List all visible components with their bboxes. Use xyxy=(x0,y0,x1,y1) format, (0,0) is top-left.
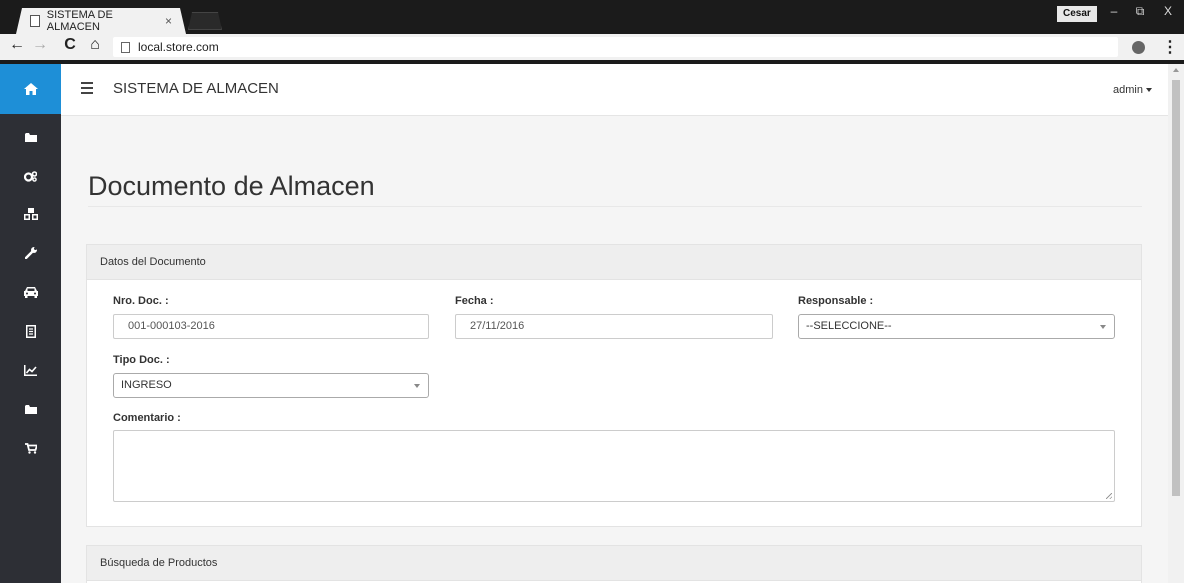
resize-handle-icon[interactable] xyxy=(1106,493,1112,499)
nro-doc-label: Nro. Doc. : xyxy=(113,295,169,307)
top-navbar: SISTEMA DE ALMACEN admin xyxy=(61,64,1168,116)
sidebar-item-reports[interactable] xyxy=(0,351,61,389)
hamburger-menu-icon[interactable] xyxy=(81,82,93,94)
responsable-select[interactable]: --SELECCIONE-- xyxy=(798,314,1115,339)
sidebar-item-documents[interactable] xyxy=(0,312,61,350)
folder-icon xyxy=(24,404,37,414)
tipo-doc-label: Tipo Doc. : xyxy=(113,354,170,366)
title-divider xyxy=(88,206,1142,207)
window-user-badge[interactable]: Cesar xyxy=(1057,6,1097,22)
main-content: Documento de Almacen Datos del Documento… xyxy=(61,116,1168,583)
cubes-icon xyxy=(23,208,38,220)
list-doc-icon xyxy=(25,324,36,338)
reload-icon[interactable]: C xyxy=(61,36,79,54)
wrench-icon xyxy=(24,247,37,259)
nro-doc-field[interactable]: 001-000103-2016 xyxy=(113,314,429,339)
page-icon xyxy=(30,15,40,27)
browser-address-bar: ← → C ⌂ local.store.com ⋮ xyxy=(0,34,1184,60)
cart-icon xyxy=(24,442,37,454)
app-root: SISTEMA DE ALMACEN admin Documento de Al… xyxy=(0,64,1184,583)
user-menu-label: admin xyxy=(1113,84,1143,96)
tipo-doc-select[interactable]: INGRESO xyxy=(113,373,429,398)
back-icon[interactable]: ← xyxy=(8,36,26,54)
sidebar-item-car[interactable] xyxy=(0,273,61,311)
sidebar xyxy=(0,64,61,583)
tab-title: SISTEMA DE ALMACEN xyxy=(46,9,113,33)
gears-icon xyxy=(24,170,37,182)
caret-down-icon xyxy=(1146,88,1152,93)
forward-icon[interactable]: → xyxy=(31,36,49,54)
product-search-panel: Búsqueda de Productos xyxy=(86,545,1142,583)
sidebar-item-home[interactable] xyxy=(0,64,61,114)
new-tab-button[interactable] xyxy=(188,12,222,30)
sidebar-item-wrench[interactable] xyxy=(0,234,61,272)
browser-tab[interactable]: SISTEMA DE ALMACEN × xyxy=(16,8,186,34)
dropdown-arrow-icon xyxy=(414,384,420,388)
document-panel-heading: Datos del Documento xyxy=(87,245,1141,280)
sidebar-item-gears[interactable] xyxy=(0,157,61,195)
fecha-label: Fecha : xyxy=(455,295,494,307)
fecha-field[interactable]: 27/11/2016 xyxy=(455,314,773,339)
url-text: local.store.com xyxy=(138,40,219,54)
comentario-textarea[interactable] xyxy=(113,430,1115,502)
line-chart-icon xyxy=(24,364,37,376)
comentario-label: Comentario : xyxy=(113,412,181,424)
page-info-icon xyxy=(121,41,130,53)
extension-icon[interactable] xyxy=(1132,41,1145,54)
minimize-button[interactable]: – xyxy=(1101,4,1127,18)
close-window-button[interactable]: X xyxy=(1155,4,1181,18)
product-search-heading: Búsqueda de Productos xyxy=(87,546,1141,581)
scrollbar-thumb[interactable] xyxy=(1172,80,1180,496)
browser-menu-icon[interactable]: ⋮ xyxy=(1162,37,1178,57)
responsable-label: Responsable : xyxy=(798,295,874,307)
app-title: SISTEMA DE ALMACEN xyxy=(113,80,279,97)
home-icon xyxy=(23,83,38,95)
tipo-doc-selected-value: INGRESO xyxy=(121,379,172,391)
home-icon[interactable]: ⌂ xyxy=(86,36,104,54)
dropdown-arrow-icon xyxy=(1100,325,1106,329)
car-icon xyxy=(23,286,38,298)
page-scrollbar[interactable] xyxy=(1168,64,1184,583)
tab-close-icon[interactable]: × xyxy=(165,14,172,28)
folder-icon xyxy=(24,132,37,142)
sidebar-item-folder-2[interactable] xyxy=(0,390,61,428)
user-menu[interactable]: admin xyxy=(1113,84,1152,96)
document-panel: Datos del Documento Nro. Doc. : 001-0001… xyxy=(86,244,1142,527)
scroll-up-arrow-icon[interactable] xyxy=(1173,68,1179,72)
sidebar-item-folder[interactable] xyxy=(0,118,61,156)
url-input[interactable]: local.store.com xyxy=(113,37,1118,57)
responsable-selected-value: --SELECCIONE-- xyxy=(806,320,892,332)
browser-tab-bar: SISTEMA DE ALMACEN × Cesar – ⧉ X xyxy=(0,0,1184,34)
page-title: Documento de Almacen xyxy=(88,171,375,201)
restore-button[interactable]: ⧉ xyxy=(1127,4,1153,19)
sidebar-item-cubes[interactable] xyxy=(0,195,61,233)
sidebar-item-cart[interactable] xyxy=(0,429,61,467)
